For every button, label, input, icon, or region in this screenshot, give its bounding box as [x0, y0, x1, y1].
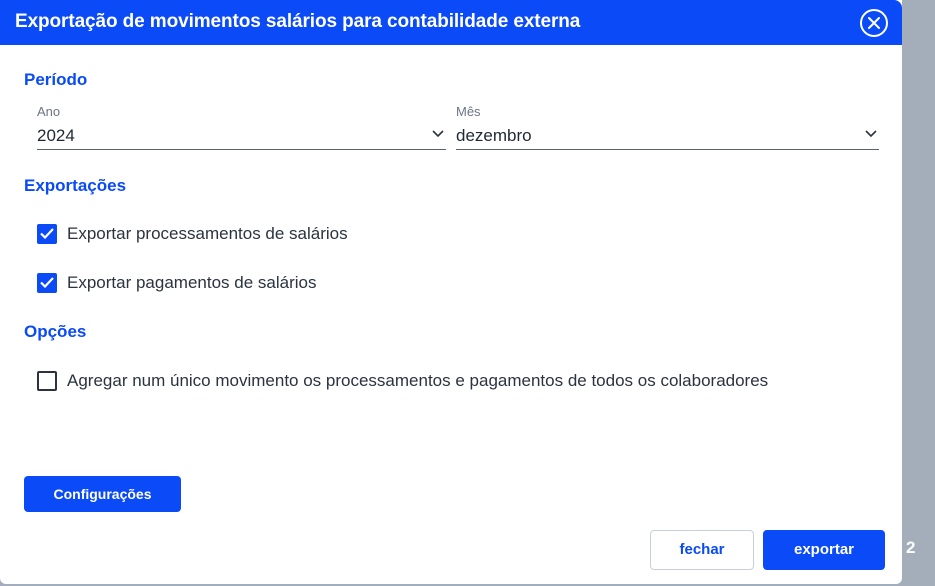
checkbox-checked-icon[interactable] — [37, 224, 57, 244]
checkbox-label: Agregar num único movimento os processam… — [67, 371, 769, 390]
section-title-opcoes: Opções — [24, 322, 87, 341]
chevron-down-icon — [865, 130, 877, 138]
backdrop-page-number: 2 — [906, 538, 916, 557]
checkbox-label: Exportar processamentos de salários — [67, 224, 348, 243]
mes-select[interactable]: dezembro — [456, 124, 879, 150]
exportar-button[interactable]: exportar — [763, 530, 885, 570]
checkbox-checked-icon[interactable] — [37, 273, 57, 293]
dialog-header: Exportação de movimentos salários para c… — [0, 0, 902, 45]
section-title-periodo: Período — [24, 70, 88, 89]
ano-value: 2024 — [37, 126, 75, 145]
chevron-down-icon — [432, 130, 444, 138]
close-icon[interactable] — [860, 9, 888, 37]
dialog-title: Exportação de movimentos salários para c… — [15, 11, 581, 32]
section-title-exportacoes: Exportações — [24, 176, 127, 195]
ano-select[interactable]: 2024 — [37, 124, 446, 150]
checkbox-label: Exportar pagamentos de salários — [67, 273, 317, 292]
ano-label: Ano — [37, 104, 61, 119]
checkbox-unchecked-icon[interactable] — [37, 371, 57, 391]
fechar-button[interactable]: fechar — [650, 530, 754, 570]
mes-label: Mês — [456, 104, 481, 119]
configuracoes-button[interactable]: Configurações — [24, 476, 181, 512]
mes-value: dezembro — [456, 126, 532, 145]
export-dialog: Exportação de movimentos salários para c… — [0, 0, 902, 584]
